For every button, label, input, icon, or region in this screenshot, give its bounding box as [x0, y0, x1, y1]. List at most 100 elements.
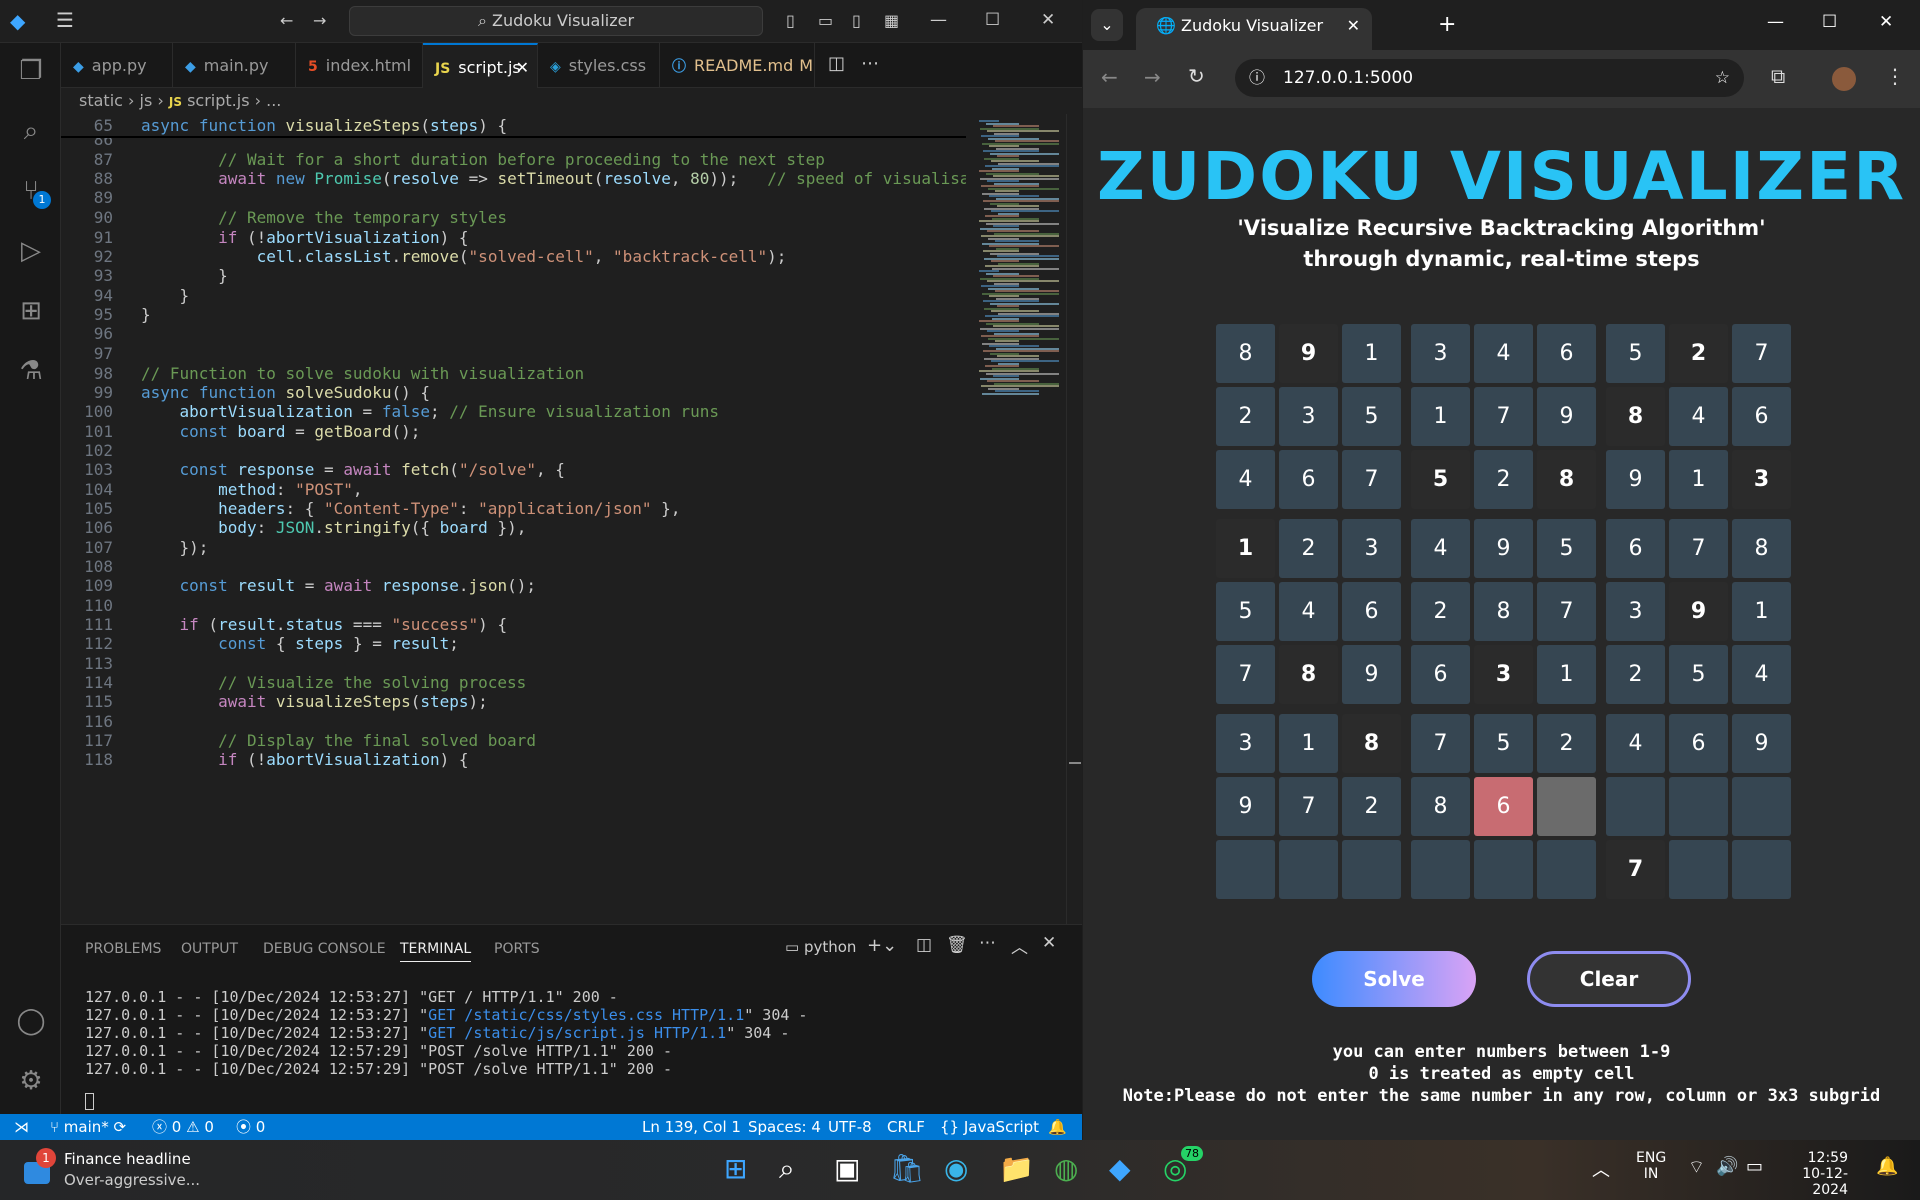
- sudoku-cell[interactable]: 1: [1342, 324, 1401, 383]
- trash-icon[interactable]: 🗑: [946, 935, 968, 955]
- sudoku-cell[interactable]: 9: [1216, 777, 1275, 836]
- tab-ports[interactable]: PORTS: [494, 941, 540, 957]
- sudoku-cell[interactable]: 2: [1216, 387, 1275, 446]
- scrollbar-thumb[interactable]: [1069, 762, 1081, 764]
- git-branch-status[interactable]: ⑂ main* ⟳: [50, 1114, 126, 1140]
- maximize-icon[interactable]: ☐: [985, 10, 1000, 30]
- sudoku-cell[interactable]: 5: [1342, 387, 1401, 446]
- sudoku-cell[interactable]: 1: [1732, 582, 1791, 641]
- tab-close-icon[interactable]: ✕: [516, 45, 529, 90]
- forward-icon[interactable]: →: [1144, 65, 1161, 89]
- wifi-icon[interactable]: ⌔: [1688, 1156, 1705, 1179]
- extensions-icon[interactable]: ⧉: [1771, 64, 1785, 88]
- news-widget-icon[interactable]: 1: [20, 1148, 56, 1188]
- vscode-taskbar-icon[interactable]: ◆: [1109, 1152, 1131, 1185]
- sudoku-cell[interactable]: 2: [1279, 519, 1338, 578]
- sudoku-cell[interactable]: [1537, 777, 1596, 836]
- sudoku-cell[interactable]: 6: [1411, 645, 1470, 704]
- breadcrumb-folder-js[interactable]: js: [140, 91, 153, 110]
- sudoku-cell[interactable]: 4: [1411, 519, 1470, 578]
- more-actions-icon[interactable]: ⋯: [861, 53, 879, 74]
- tab-debug-console[interactable]: DEBUG CONSOLE: [263, 941, 386, 957]
- sudoku-cell[interactable]: [1474, 840, 1533, 899]
- sudoku-cell[interactable]: [1669, 777, 1728, 836]
- news-subtext[interactable]: Over-aggressive...: [64, 1171, 200, 1189]
- menu-kebab-icon[interactable]: ⋮: [1885, 64, 1905, 88]
- sudoku-cell[interactable]: 3: [1732, 450, 1791, 509]
- back-icon[interactable]: ←: [1101, 65, 1118, 89]
- breadcrumb-folder-static[interactable]: static: [79, 91, 123, 110]
- sudoku-cell[interactable]: 3: [1216, 714, 1275, 773]
- sudoku-cell[interactable]: 1: [1669, 450, 1728, 509]
- solve-button[interactable]: Solve: [1312, 951, 1476, 1007]
- breadcrumb-symbol[interactable]: ...: [266, 91, 281, 110]
- sudoku-cell[interactable]: 2: [1342, 777, 1401, 836]
- tab-close-icon[interactable]: ✕: [1347, 8, 1360, 44]
- sudoku-cell[interactable]: 9: [1537, 387, 1596, 446]
- sudoku-cell[interactable]: [1342, 840, 1401, 899]
- tab-search-chevron-icon[interactable]: ⌄: [1091, 9, 1123, 41]
- sudoku-cell[interactable]: [1732, 777, 1791, 836]
- minimap[interactable]: [975, 114, 1065, 924]
- clear-button[interactable]: Clear: [1527, 951, 1691, 1007]
- code-editor[interactable]: 65 async function visualizeSteps(steps) {…: [61, 114, 966, 924]
- tab-output[interactable]: OUTPUT: [181, 941, 238, 957]
- site-info-icon[interactable]: ⓘ: [1249, 59, 1265, 97]
- sudoku-cell[interactable]: 5: [1411, 450, 1470, 509]
- sudoku-cell[interactable]: 4: [1279, 582, 1338, 641]
- sudoku-cell[interactable]: 5: [1669, 645, 1728, 704]
- add-terminal-icon[interactable]: +⌄: [867, 935, 897, 956]
- sudoku-cell[interactable]: 3: [1474, 645, 1533, 704]
- cursor-position[interactable]: Ln 139, Col 1: [642, 1114, 741, 1140]
- sudoku-cell[interactable]: [1606, 777, 1665, 836]
- sticky-scroll-line[interactable]: 65 async function visualizeSteps(steps) {: [61, 114, 966, 138]
- sudoku-cell[interactable]: 4: [1474, 324, 1533, 383]
- sudoku-cell[interactable]: 7: [1411, 714, 1470, 773]
- log-link[interactable]: GET /static/css/styles.css HTTP/1.1: [428, 1006, 744, 1024]
- sudoku-cell[interactable]: 8: [1606, 387, 1665, 446]
- sudoku-cell[interactable]: 7: [1606, 840, 1665, 899]
- sudoku-cell[interactable]: 8: [1537, 450, 1596, 509]
- code-line[interactable]: 118 if (!abortVisualization) {: [61, 748, 966, 772]
- sudoku-cell[interactable]: 5: [1216, 582, 1275, 641]
- close-panel-icon[interactable]: ✕: [1042, 933, 1056, 953]
- sudoku-cell[interactable]: 3: [1279, 387, 1338, 446]
- split-terminal-icon[interactable]: ◫: [916, 935, 932, 955]
- edge-icon[interactable]: ◉: [944, 1152, 968, 1185]
- sudoku-cell[interactable]: 9: [1279, 324, 1338, 383]
- sudoku-cell[interactable]: 6: [1342, 582, 1401, 641]
- reload-icon[interactable]: ↻: [1188, 64, 1205, 88]
- menu-icon[interactable]: ☰: [56, 8, 74, 32]
- sudoku-cell[interactable]: 6: [1537, 324, 1596, 383]
- sudoku-cell[interactable]: 5: [1474, 714, 1533, 773]
- sudoku-cell[interactable]: [1732, 840, 1791, 899]
- sudoku-cell[interactable]: 8: [1279, 645, 1338, 704]
- chrome-icon[interactable]: ◍: [1054, 1152, 1078, 1185]
- volume-icon[interactable]: 🔊: [1716, 1156, 1738, 1177]
- sudoku-cell[interactable]: 2: [1669, 324, 1728, 383]
- forward-arrow-icon[interactable]: →: [313, 11, 326, 30]
- task-view-icon[interactable]: ▣: [834, 1152, 860, 1185]
- sudoku-cell[interactable]: 9: [1474, 519, 1533, 578]
- command-center-search[interactable]: ⌕ Zudoku Visualizer: [349, 6, 763, 36]
- toggle-secondary-sidebar-icon[interactable]: ▯: [852, 11, 861, 30]
- clock[interactable]: 12:59 10-12-2024: [1778, 1150, 1848, 1198]
- back-arrow-icon[interactable]: ←: [280, 11, 293, 30]
- indentation-status[interactable]: Spaces: 4: [748, 1114, 821, 1140]
- sudoku-cell[interactable]: 3: [1606, 582, 1665, 641]
- sudoku-cell[interactable]: [1411, 840, 1470, 899]
- news-headline[interactable]: Finance headline: [64, 1150, 191, 1168]
- explorer-icon[interactable]: ❐: [13, 53, 49, 89]
- extensions-icon[interactable]: ⊞: [13, 293, 49, 329]
- settings-gear-icon[interactable]: ⚙: [13, 1063, 49, 1099]
- tab-readme-md[interactable]: ⓘ README.md M: [660, 43, 815, 88]
- bookmark-star-icon[interactable]: ☆: [1715, 59, 1730, 97]
- sudoku-cell[interactable]: 7: [1474, 387, 1533, 446]
- sudoku-cell[interactable]: 9: [1732, 714, 1791, 773]
- new-tab-icon[interactable]: +: [1438, 12, 1456, 37]
- sudoku-cell[interactable]: 2: [1606, 645, 1665, 704]
- sudoku-cell[interactable]: 6: [1669, 714, 1728, 773]
- sudoku-cell[interactable]: [1279, 840, 1338, 899]
- windows-start-icon[interactable]: ⊞: [724, 1152, 747, 1185]
- sudoku-cell[interactable]: 8: [1411, 777, 1470, 836]
